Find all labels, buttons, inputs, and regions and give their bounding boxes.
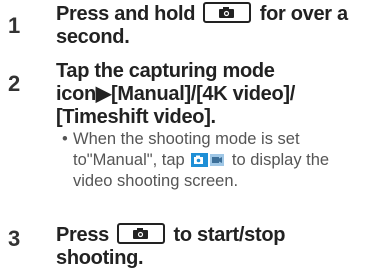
camera-button-key [203,2,252,23]
video-mode-icon [191,153,225,167]
note-text: When the shooting mode is set to"Manual"… [62,129,366,192]
step-number: 2 [8,71,21,96]
camera-icon [219,7,235,18]
step-title: Tap the capturing mode icon▶[Manual]/[4K… [56,60,368,129]
step-title-line: icon▶[Manual]/[4K video]/ [56,83,296,105]
step-text: Press and hold [56,3,201,25]
bullet-mark: • [62,130,68,148]
step-note: • When the shooting mode is set to"Manua… [62,129,366,192]
step-title-line: Tap the capturing mode [56,60,275,82]
step-number: 3 [8,226,21,251]
step-title: Press to start/stop shooting. [56,223,368,270]
camera-button-key [117,223,166,244]
step-number: 1 [8,13,21,38]
step-text: Press [56,224,115,246]
step-title-line: [Timeshift video]. [56,106,216,128]
camera-icon [133,228,149,239]
step-title: Press and hold for over a second. [56,2,368,49]
